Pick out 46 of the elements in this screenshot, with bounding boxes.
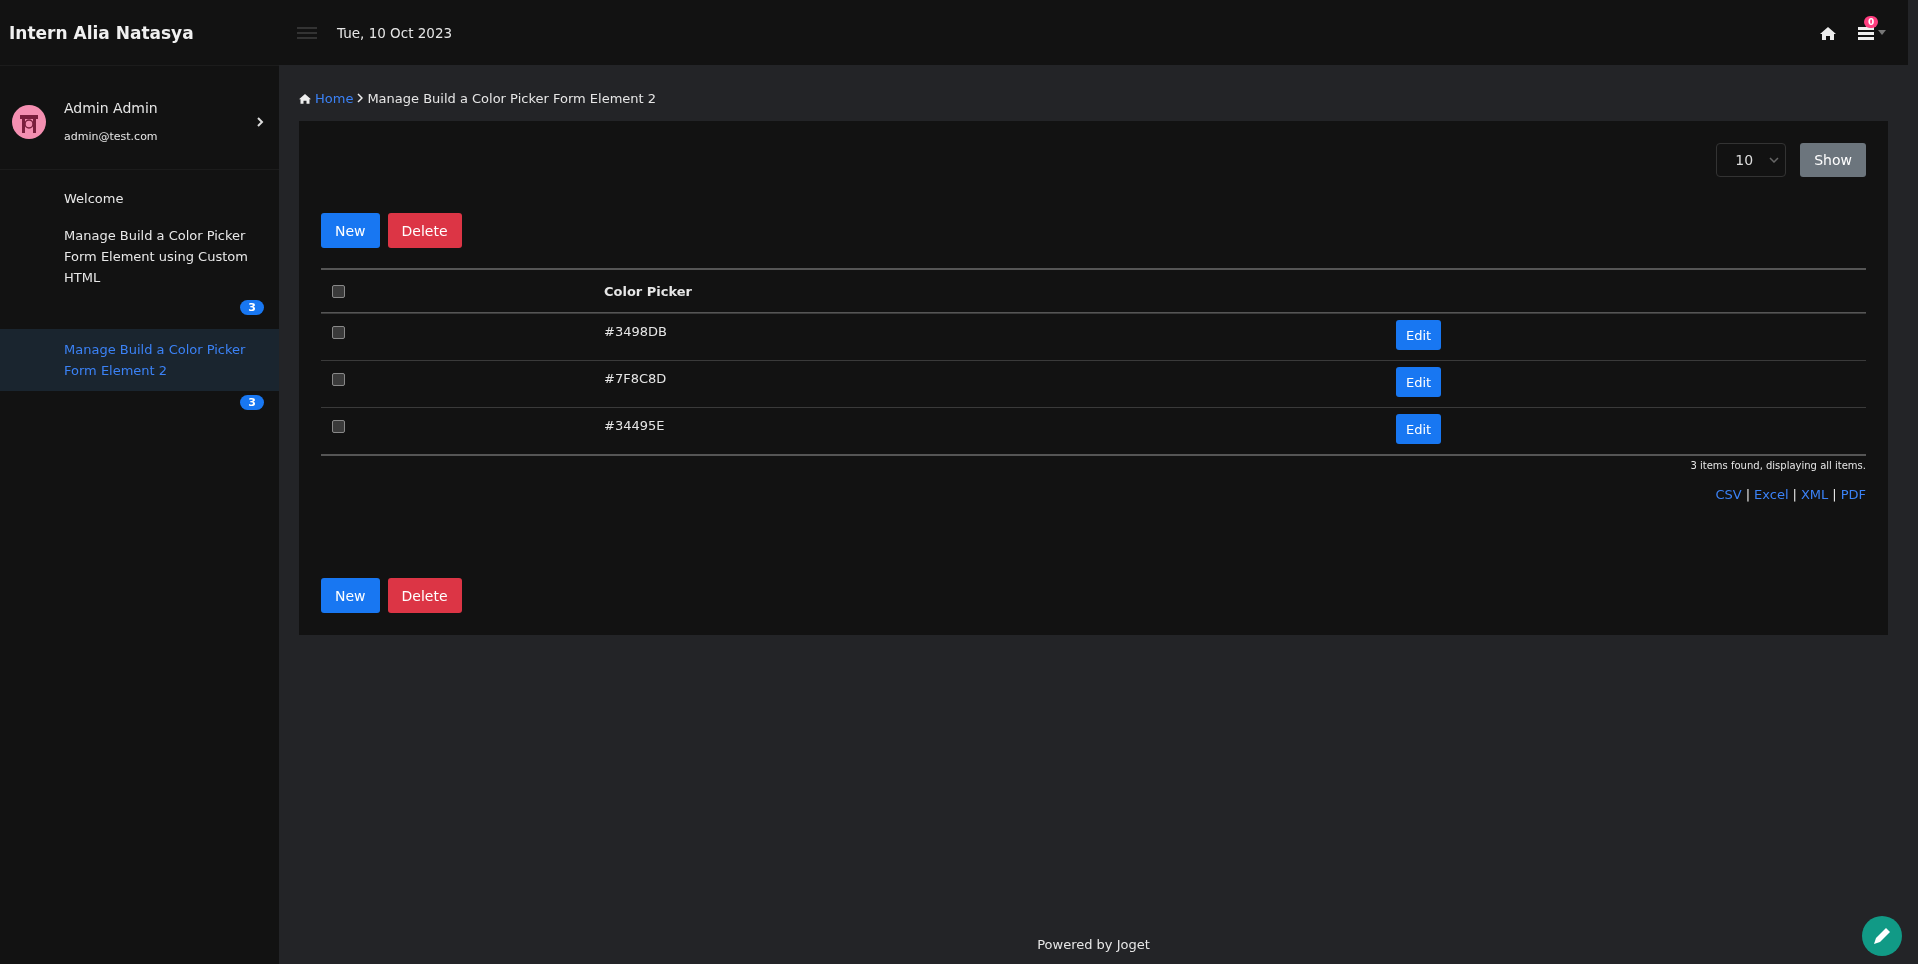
export-link[interactable]: XML <box>1800 487 1829 502</box>
date-label: Tue, 10 Oct 2023 <box>337 24 454 41</box>
home-icon[interactable] <box>1820 25 1836 40</box>
separator: | <box>1832 487 1837 502</box>
count-badge: 3 <box>240 300 264 315</box>
new-button[interactable]: New <box>321 213 380 248</box>
select-all-checkbox[interactable] <box>332 284 345 298</box>
delete-button[interactable]: Delete <box>387 578 462 613</box>
footer-text: Powered by Joget <box>1036 937 1151 954</box>
caret-icon[interactable] <box>1878 30 1886 35</box>
summary-text: 3 items found, displaying all items. <box>1689 460 1866 471</box>
delete-button[interactable]: Delete <box>387 213 462 248</box>
row-checkbox[interactable] <box>332 420 345 433</box>
table-cell-text: #3498DB <box>604 323 668 339</box>
chevron-down-icon <box>1769 157 1780 163</box>
table-cell-text: #7F8C8D <box>604 370 668 386</box>
export-link[interactable]: Excel <box>1754 487 1789 502</box>
export-link[interactable]: PDF <box>1840 487 1866 502</box>
home-icon <box>299 92 311 104</box>
chevron-right-icon <box>357 93 364 103</box>
breadcrumb-link[interactable]: Home <box>315 90 354 106</box>
separator: | <box>1745 487 1751 502</box>
count-badge: 3 <box>240 395 264 410</box>
edit-button[interactable]: Edit <box>1396 320 1442 350</box>
notification-badge: 0 <box>1864 15 1879 28</box>
show-button[interactable]: Show <box>1800 143 1866 177</box>
avatar-icon <box>12 104 46 139</box>
edit-button[interactable]: Edit <box>1396 367 1442 397</box>
table-cell-text: #34495E <box>604 417 666 433</box>
menu-item[interactable]: Welcome <box>0 180 279 217</box>
row-checkbox[interactable] <box>332 373 345 386</box>
new-button[interactable]: New <box>321 578 380 613</box>
user-email: admin@test.com <box>64 130 159 143</box>
edit-pencil-icon[interactable] <box>1862 916 1902 956</box>
separator: | <box>1792 487 1797 502</box>
inbox-icon[interactable] <box>1858 25 1874 40</box>
column-header[interactable]: Color Picker <box>604 283 1396 299</box>
page-size-select[interactable]: 10 <box>1716 143 1787 177</box>
user-name: Admin Admin <box>64 100 159 116</box>
menu-item[interactable]: Manage Build a Color Picker Form Element using Custom HTML <box>0 217 279 296</box>
breadcrumb-current: Manage Build a Color Picker Form Element 2 <box>367 90 657 106</box>
edit-button[interactable]: Edit <box>1396 414 1442 444</box>
menu-item[interactable]: Manage Build a Color Picker Form Element 2 <box>0 329 279 391</box>
export-link[interactable]: CSV <box>1715 487 1742 502</box>
chevron-right-icon[interactable] <box>255 114 265 129</box>
row-checkbox[interactable] <box>332 326 345 339</box>
